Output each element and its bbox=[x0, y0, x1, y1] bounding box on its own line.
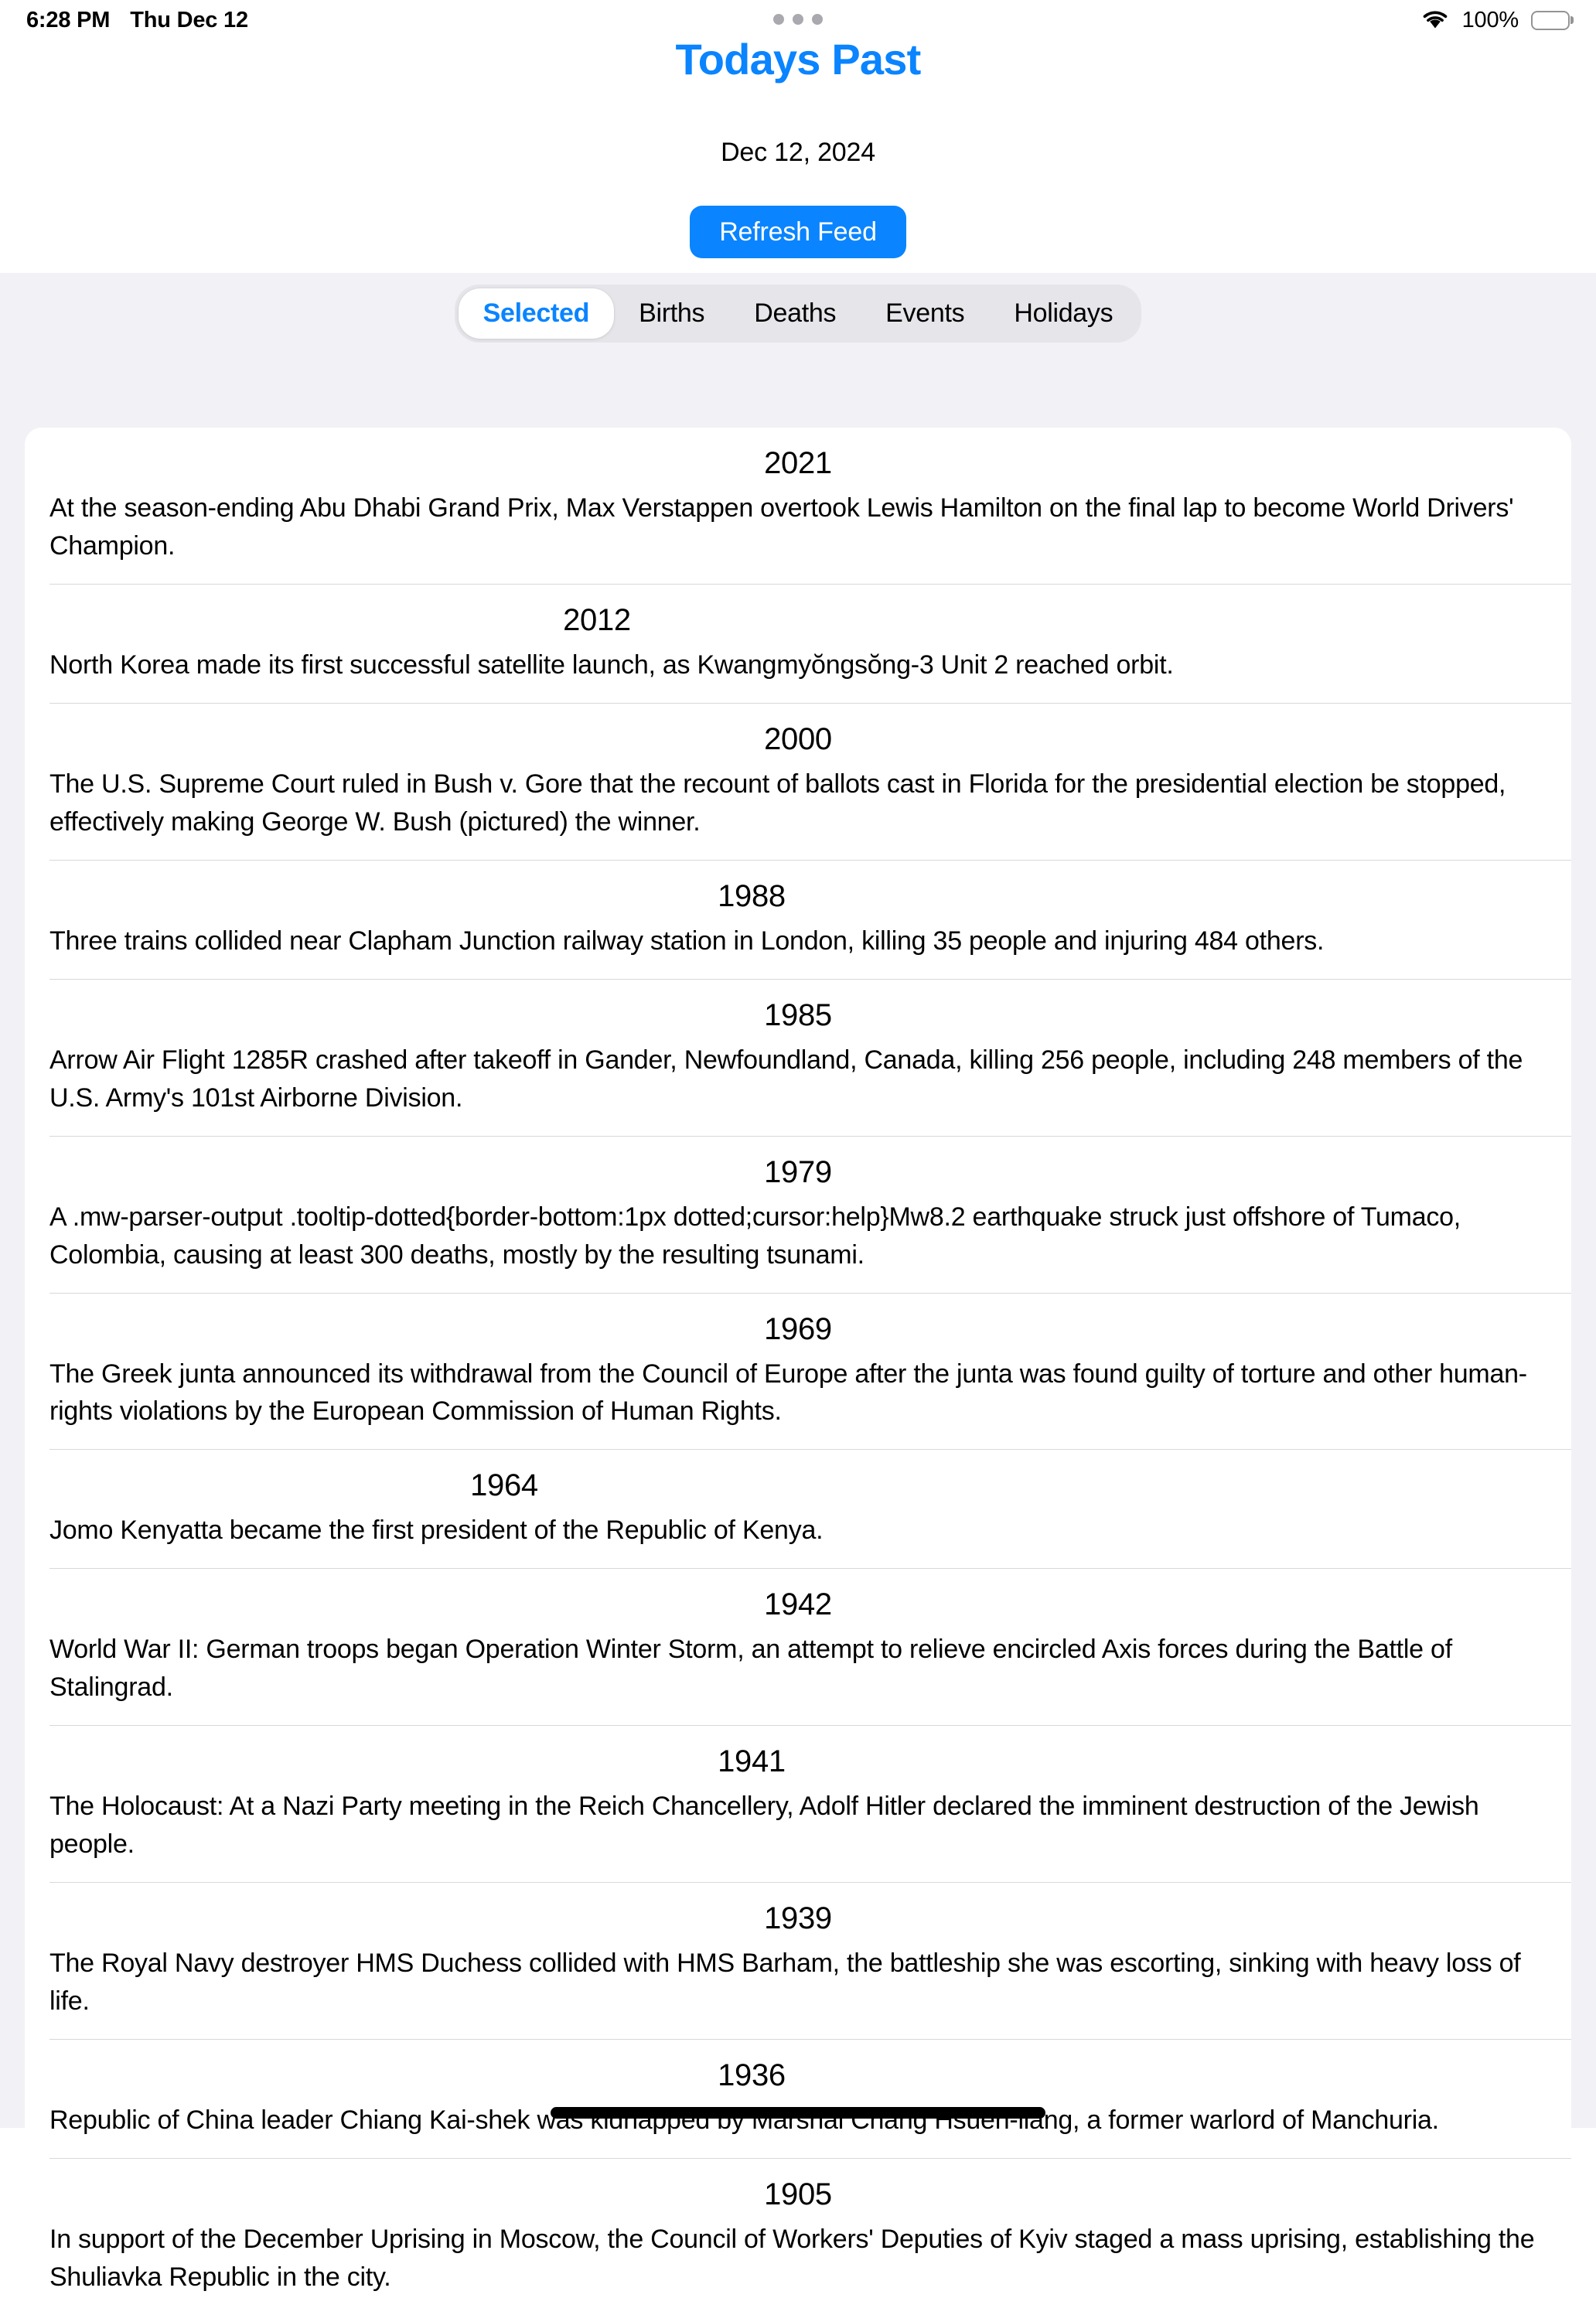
wifi-icon bbox=[1420, 8, 1450, 33]
segment-selected[interactable]: Selected bbox=[459, 288, 614, 339]
feed-card: 2021At the season-ending Abu Dhabi Grand… bbox=[25, 428, 1571, 2315]
entry-year: 2021 bbox=[25, 428, 1571, 489]
entry-year: 1979 bbox=[25, 1137, 1571, 1198]
entry-year: 2012 bbox=[25, 585, 1571, 646]
entry-year: 1964 bbox=[25, 1450, 1571, 1512]
feed-entry[interactable]: 1988Three trains collided near Clapham J… bbox=[25, 861, 1571, 979]
feed-entry[interactable]: 1942World War II: German troops began Op… bbox=[25, 1569, 1571, 1725]
status-time: 6:28 PM bbox=[26, 8, 110, 33]
entry-text: The Royal Navy destroyer HMS Duchess col… bbox=[25, 1945, 1571, 2039]
feed-entry[interactable]: 1941The Holocaust: At a Nazi Party meeti… bbox=[25, 1726, 1571, 1882]
app-header: Todays Past Dec 12, 2024 Refresh Feed bbox=[0, 0, 1596, 273]
feed-entry[interactable]: 1905In support of the December Uprising … bbox=[25, 2159, 1571, 2315]
feed-entry[interactable]: 1979A .mw-parser-output .tooltip-dotted{… bbox=[25, 1137, 1571, 1293]
feed-entry[interactable]: 1939The Royal Navy destroyer HMS Duchess… bbox=[25, 1883, 1571, 2039]
segment-births[interactable]: Births bbox=[614, 288, 729, 339]
feed-entry[interactable]: 1964Jomo Kenyatta became the first presi… bbox=[25, 1450, 1571, 1568]
multitask-dot bbox=[812, 14, 823, 25]
feed-entry[interactable]: 2021At the season-ending Abu Dhabi Grand… bbox=[25, 428, 1571, 584]
refresh-feed-button[interactable]: Refresh Feed bbox=[690, 206, 906, 258]
entry-year: 1985 bbox=[25, 980, 1571, 1042]
entry-text: Arrow Air Flight 1285R crashed after tak… bbox=[25, 1042, 1571, 1136]
entry-year: 1941 bbox=[25, 1726, 1571, 1788]
feed-entry[interactable]: 1969The Greek junta announced its withdr… bbox=[25, 1294, 1571, 1450]
refresh-button-row: Refresh Feed bbox=[0, 206, 1596, 258]
entry-text: In support of the December Uprising in M… bbox=[25, 2221, 1571, 2315]
entry-year: 1905 bbox=[25, 2159, 1571, 2221]
segmented-control-row: SelectedBirthsDeathsEventsHolidays bbox=[0, 285, 1596, 343]
feed-entry[interactable]: 2012North Korea made its first successfu… bbox=[25, 585, 1571, 703]
entry-text: World War II: German troops began Operat… bbox=[25, 1631, 1571, 1725]
battery-icon bbox=[1531, 11, 1570, 30]
status-date: Thu Dec 12 bbox=[130, 8, 248, 33]
entry-year: 1939 bbox=[25, 1883, 1571, 1945]
multitask-dot bbox=[773, 14, 784, 25]
entry-year: 1936 bbox=[25, 2040, 1571, 2102]
feed-entry[interactable]: 1936Republic of China leader Chiang Kai-… bbox=[25, 2040, 1571, 2158]
header-date-label: Dec 12, 2024 bbox=[0, 138, 1596, 168]
entry-year: 1942 bbox=[25, 1569, 1571, 1631]
entry-year: 1969 bbox=[25, 1294, 1571, 1355]
feed-entry[interactable]: 1985Arrow Air Flight 1285R crashed after… bbox=[25, 980, 1571, 1136]
multitask-dot bbox=[793, 14, 803, 25]
multitasking-dots-icon[interactable] bbox=[773, 14, 823, 25]
entry-text: Three trains collided near Clapham Junct… bbox=[25, 922, 1571, 979]
status-bar-left: 6:28 PM Thu Dec 12 bbox=[26, 8, 248, 33]
entry-text: The U.S. Supreme Court ruled in Bush v. … bbox=[25, 765, 1571, 860]
segment-events[interactable]: Events bbox=[861, 288, 989, 339]
battery-percent-label: 100% bbox=[1462, 8, 1519, 33]
entry-text: The Greek junta announced its withdrawal… bbox=[25, 1355, 1571, 1450]
segmented-control[interactable]: SelectedBirthsDeathsEventsHolidays bbox=[455, 285, 1142, 343]
entry-text: Jomo Kenyatta became the first president… bbox=[25, 1512, 1571, 1568]
entry-text: North Korea made its first successful sa… bbox=[25, 646, 1571, 703]
entry-year: 2000 bbox=[25, 704, 1571, 765]
entry-text: At the season-ending Abu Dhabi Grand Pri… bbox=[25, 489, 1571, 584]
home-indicator[interactable] bbox=[551, 2107, 1045, 2119]
entry-text: The Holocaust: At a Nazi Party meeting i… bbox=[25, 1788, 1571, 1882]
entry-text: A .mw-parser-output .tooltip-dotted{bord… bbox=[25, 1198, 1571, 1293]
entry-year: 1988 bbox=[25, 861, 1571, 922]
feed-entry[interactable]: 2000The U.S. Supreme Court ruled in Bush… bbox=[25, 704, 1571, 860]
segment-deaths[interactable]: Deaths bbox=[729, 288, 861, 339]
segment-holidays[interactable]: Holidays bbox=[989, 288, 1137, 339]
page-title: Todays Past bbox=[0, 34, 1596, 84]
status-bar-right: 100% bbox=[1420, 8, 1570, 33]
